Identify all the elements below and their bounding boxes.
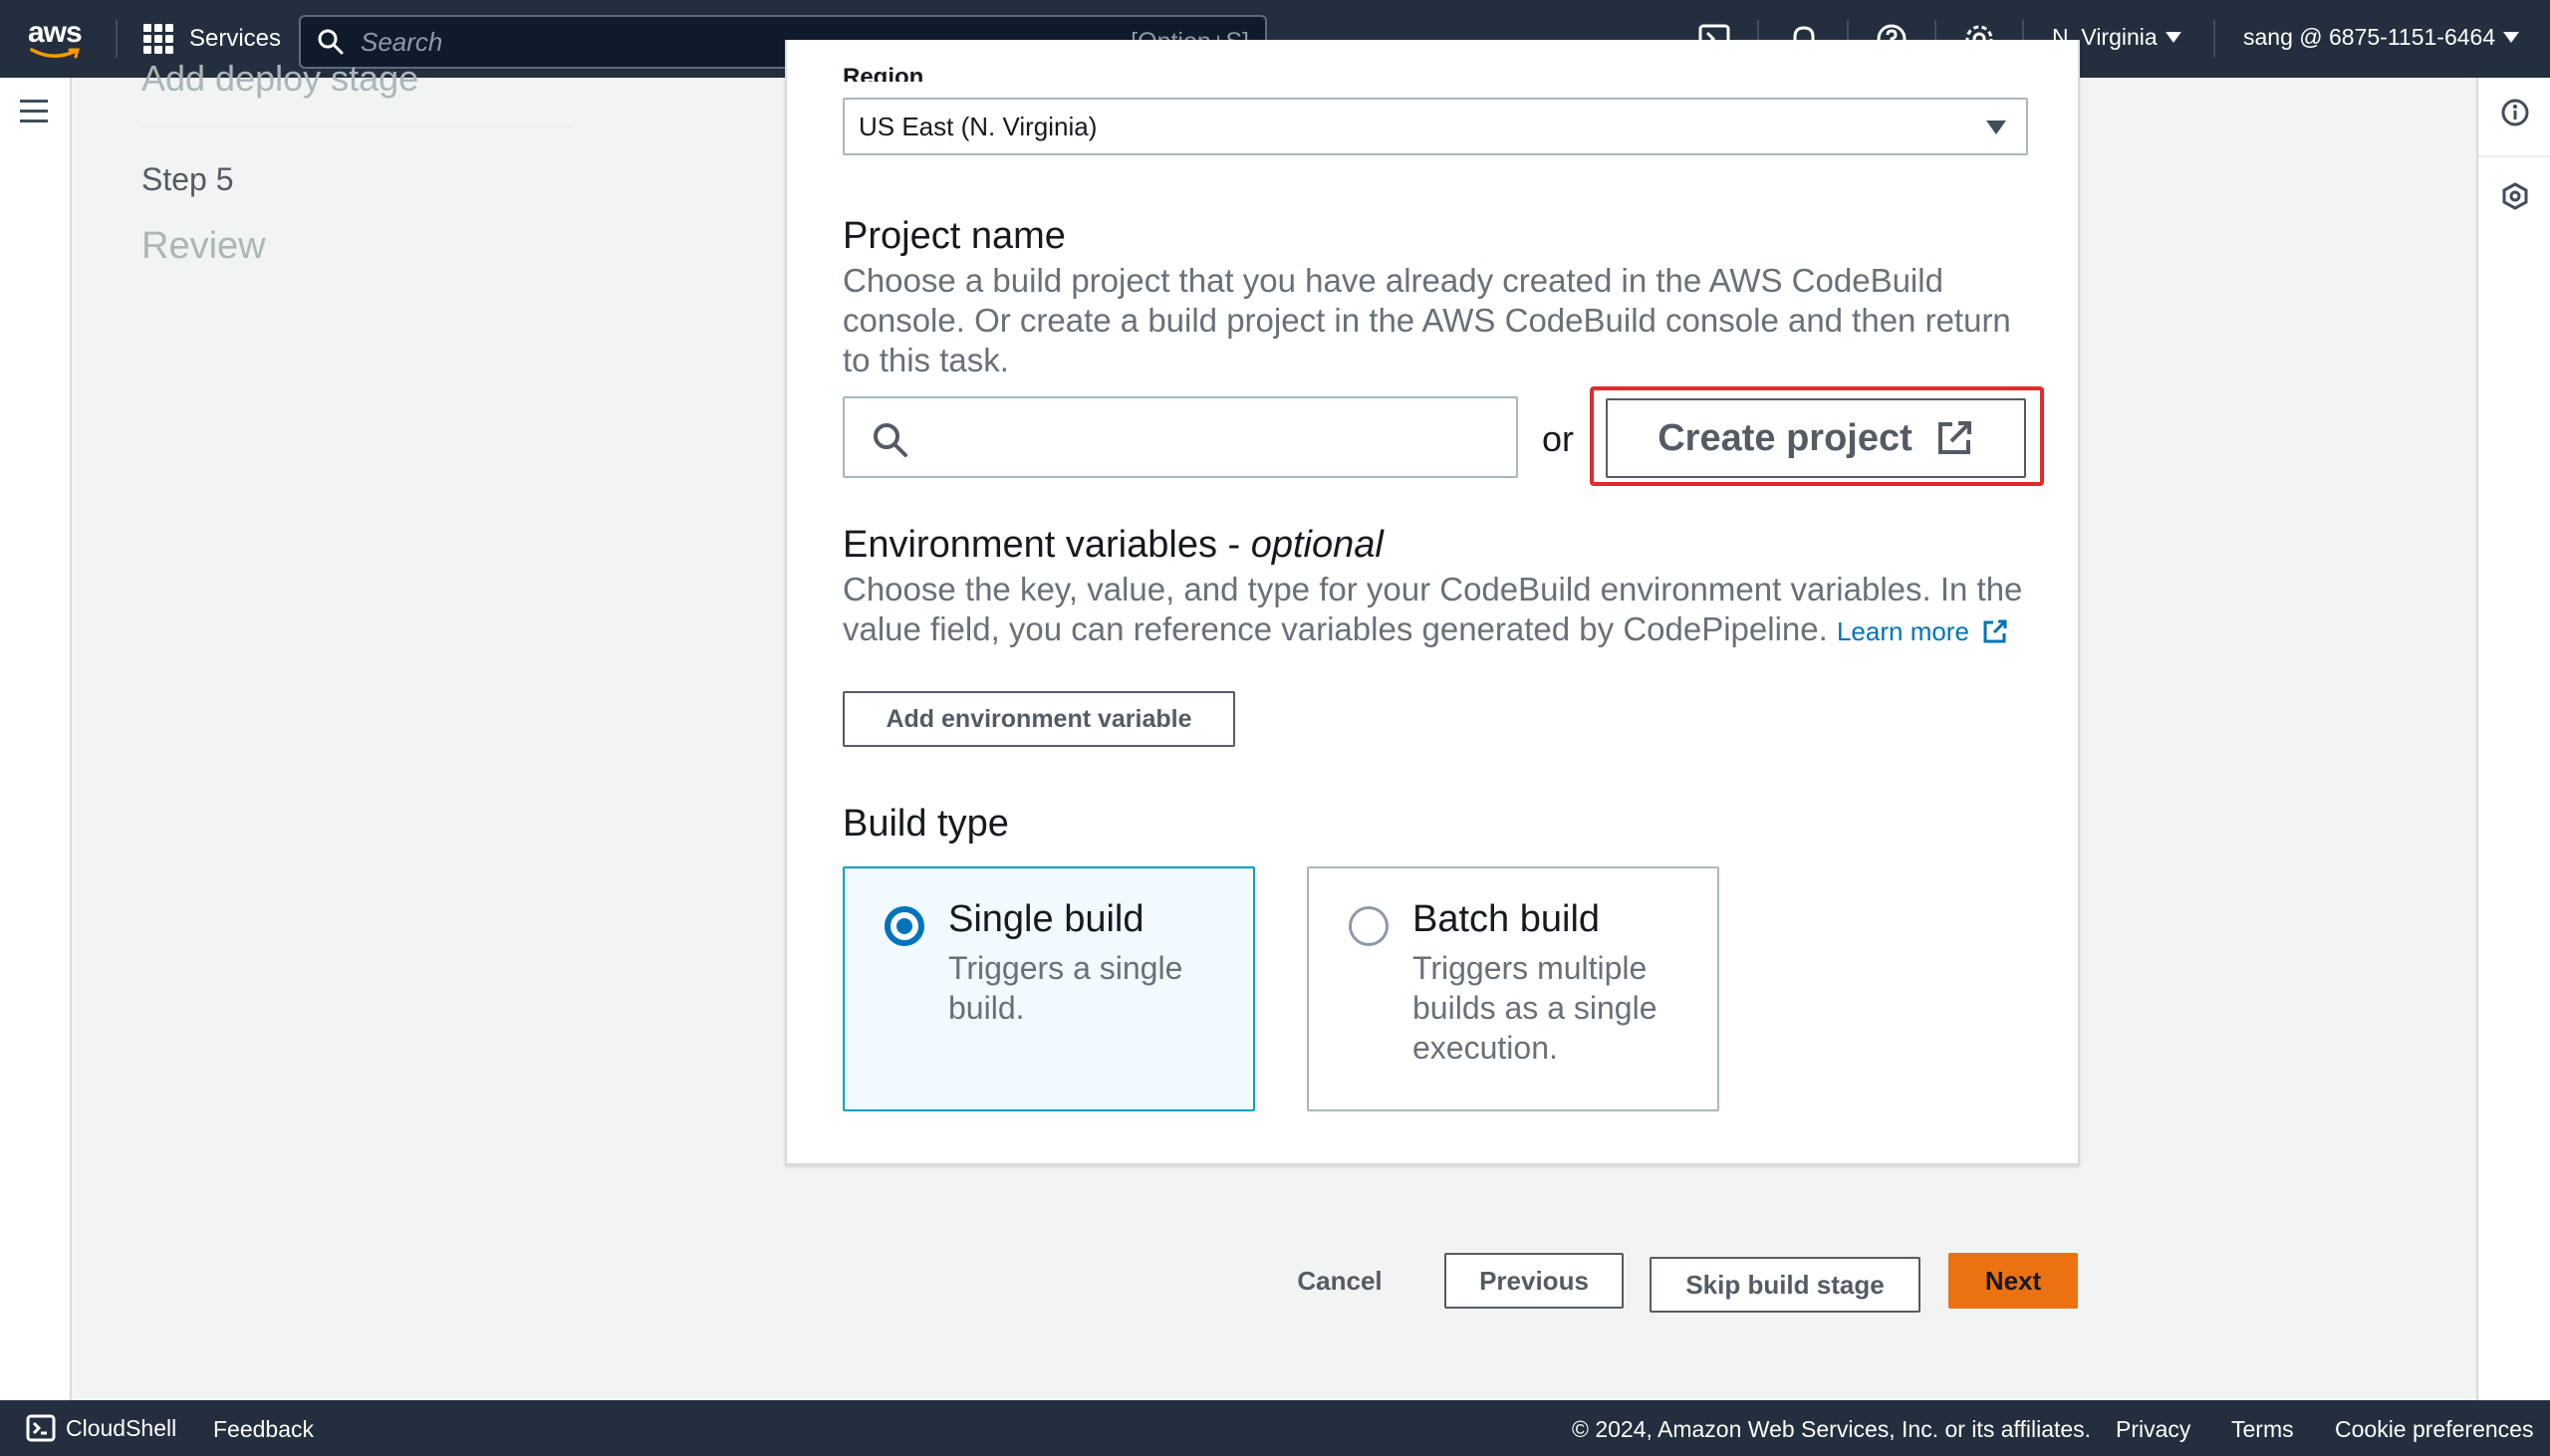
batch-build-title: Batch build [1412, 898, 1601, 940]
account-menu[interactable]: sang @ 6875-1151-6464 [2243, 24, 2520, 51]
cancel-button[interactable]: Cancel [1285, 1253, 1395, 1309]
single-build-radio[interactable] [885, 906, 924, 946]
rail-divider [2478, 155, 2550, 157]
env-vars-description: Choose the key, value, and type for your… [843, 570, 2038, 651]
tutorial-icon[interactable] [2500, 181, 2530, 211]
project-name-label: Project name [843, 215, 1066, 257]
services-label: Services [189, 25, 282, 52]
region-field-label: Region [843, 64, 924, 82]
next-button[interactable]: Next [1948, 1253, 2078, 1309]
cloudshell-label: CloudShell [66, 1414, 177, 1441]
region-select-value: US East (N. Virginia) [859, 111, 1098, 141]
step-review-label: Review [141, 225, 266, 267]
right-rail [2476, 78, 2550, 1400]
batch-build-tile[interactable]: Batch build Triggers multiple builds as … [1307, 866, 1719, 1111]
account-label: sang @ 6875-1151-6464 [2243, 24, 2496, 50]
previous-button[interactable]: Previous [1444, 1253, 1624, 1309]
steps-divider [141, 125, 572, 127]
search-icon [874, 423, 907, 457]
single-build-description: Triggers a single build. [948, 950, 1183, 1026]
cloudshell-footer-button[interactable]: CloudShell [26, 1413, 176, 1443]
cookie-preferences-link[interactable]: Cookie preferences [2335, 1416, 2533, 1443]
external-link-icon [1983, 619, 2007, 643]
project-name-description: Choose a build project that you have alr… [843, 262, 2011, 378]
nav-divider [116, 20, 118, 58]
optional-tag: optional [1250, 524, 1384, 566]
build-type-label: Build type [843, 803, 1009, 845]
caret-down-icon [2165, 32, 2181, 43]
learn-more-link[interactable]: Learn more [1837, 616, 2008, 646]
single-build-title: Single build [948, 898, 1145, 940]
external-link-icon [1937, 421, 1971, 454]
learn-more-label: Learn more [1836, 616, 1969, 646]
console-footer: CloudShell Feedback © 2024, Amazon Web S… [0, 1400, 2550, 1456]
cloudshell-icon [26, 1414, 56, 1442]
single-build-tile[interactable]: Single build Triggers a single build. [843, 866, 1255, 1111]
nav-divider [2213, 20, 2215, 58]
batch-build-description: Triggers multiple builds as a single exe… [1412, 950, 1658, 1066]
step-previous-label[interactable]: Add deploy stage [141, 58, 418, 100]
terms-link[interactable]: Terms [2231, 1416, 2294, 1443]
aws-logo[interactable]: aws [28, 18, 88, 59]
or-separator: or [1542, 418, 1575, 459]
menu-icon[interactable] [20, 100, 48, 123]
batch-build-radio[interactable] [1349, 906, 1389, 946]
search-icon [318, 29, 344, 55]
apps-grid-icon [143, 24, 173, 54]
privacy-link[interactable]: Privacy [2116, 1416, 2190, 1443]
add-environment-variable-button[interactable]: Add environment variable [843, 691, 1235, 747]
create-project-button[interactable]: Create project [1606, 398, 2026, 478]
caret-down-icon [2503, 32, 2520, 43]
feedback-link[interactable]: Feedback [213, 1416, 314, 1443]
services-menu-button[interactable]: Services [143, 24, 281, 54]
skip-build-stage-button[interactable]: Skip build stage [1650, 1257, 1920, 1313]
step-number: Step 5 [141, 161, 234, 197]
info-icon[interactable] [2500, 98, 2530, 127]
build-stage-card: Region US East (N. Virginia) Project nam… [785, 40, 2080, 1165]
left-rail [0, 78, 72, 1400]
env-vars-title: Environment variables - [843, 524, 1251, 566]
region-select[interactable]: US East (N. Virginia) [843, 98, 2028, 155]
project-search-input[interactable] [843, 396, 1518, 478]
create-project-label: Create project [1658, 416, 1912, 459]
env-vars-label: Environment variables - optional [843, 524, 1384, 567]
caret-down-icon [1986, 121, 2006, 134]
copyright-text: © 2024, Amazon Web Services, Inc. or its… [1572, 1416, 2092, 1442]
aws-smile-icon [30, 48, 80, 59]
